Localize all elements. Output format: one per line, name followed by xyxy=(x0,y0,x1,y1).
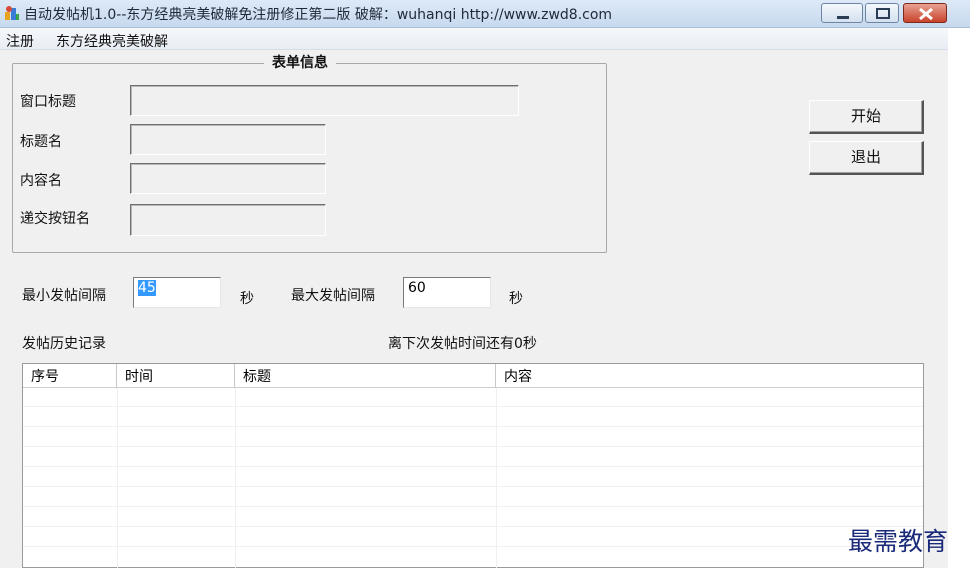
list-row xyxy=(23,508,923,527)
column-index[interactable]: 序号 xyxy=(23,364,117,388)
exit-button[interactable]: 退出 xyxy=(809,141,924,175)
list-row xyxy=(23,428,923,447)
countdown-text: 离下次发帖时间还有0秒 xyxy=(388,336,537,352)
history-list[interactable]: 序号 时间 标题 内容 xyxy=(22,363,924,568)
list-row xyxy=(23,488,923,507)
max-interval-input[interactable]: 60 xyxy=(403,277,491,308)
title-bar: 自动发帖机1.0--东方经典亮美破解免注册修正第二版 破解：wuhanqi ht… xyxy=(0,0,970,28)
menu-bar: 注册 东方经典亮美破解 xyxy=(0,28,948,50)
title-name-label: 标题名 xyxy=(20,134,62,150)
form-info-group-title: 表单信息 xyxy=(264,52,336,72)
window-edge xyxy=(948,28,970,568)
history-title: 发帖历史记录 xyxy=(22,336,106,352)
column-title[interactable]: 标题 xyxy=(235,364,496,388)
list-row xyxy=(23,528,923,547)
menu-register[interactable]: 注册 xyxy=(6,31,34,51)
submit-button-name-label: 递交按钮名 xyxy=(20,211,90,227)
max-interval-label: 最大发帖间隔 xyxy=(291,288,375,304)
min-interval-label: 最小发帖间隔 xyxy=(22,288,106,304)
list-row xyxy=(23,408,923,427)
list-row xyxy=(23,468,923,487)
watermark: 最需教育 xyxy=(848,527,949,556)
close-icon xyxy=(919,7,933,21)
history-list-header: 序号 时间 标题 内容 xyxy=(23,364,923,388)
close-button[interactable] xyxy=(903,3,947,23)
maximize-button[interactable] xyxy=(865,3,899,23)
min-interval-value: 45 xyxy=(138,280,156,296)
start-button[interactable]: 开始 xyxy=(809,100,924,134)
app-icon xyxy=(3,4,21,22)
min-interval-input[interactable]: 45 xyxy=(133,277,221,308)
min-interval-unit: 秒 xyxy=(240,291,254,307)
column-time[interactable]: 时间 xyxy=(117,364,235,388)
list-row xyxy=(23,448,923,467)
window-title: 自动发帖机1.0--东方经典亮美破解免注册修正第二版 破解：wuhanqi ht… xyxy=(24,7,613,23)
minimize-icon xyxy=(837,16,849,19)
window-title-field[interactable] xyxy=(130,85,519,116)
title-name-field[interactable] xyxy=(130,124,326,155)
menu-crack-info[interactable]: 东方经典亮美破解 xyxy=(56,31,168,51)
maximize-icon xyxy=(876,8,890,19)
list-row xyxy=(23,388,923,407)
content-name-field[interactable] xyxy=(130,163,326,194)
max-interval-unit: 秒 xyxy=(509,291,523,307)
column-content[interactable]: 内容 xyxy=(496,364,923,388)
max-interval-value: 60 xyxy=(408,280,426,296)
content-name-label: 内容名 xyxy=(20,173,62,189)
minimize-button[interactable] xyxy=(821,3,863,23)
window-title-label: 窗口标题 xyxy=(20,94,76,110)
submit-button-name-field[interactable] xyxy=(130,204,326,236)
